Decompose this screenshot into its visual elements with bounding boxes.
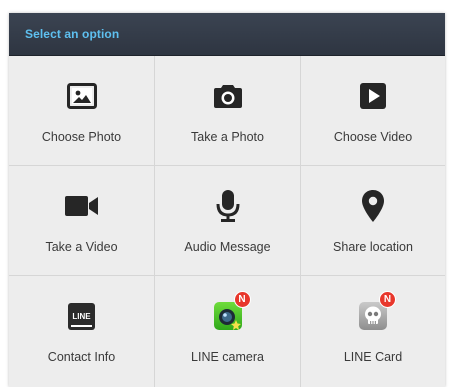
option-contact-info[interactable]: LINE Contact Info bbox=[9, 276, 155, 387]
line-card-app-icon: N bbox=[353, 291, 396, 336]
option-label: Share location bbox=[333, 240, 413, 254]
video-camera-icon bbox=[62, 186, 102, 226]
location-pin-icon bbox=[353, 186, 393, 226]
microphone-icon bbox=[208, 186, 248, 226]
option-line-camera[interactable]: N LINE camera bbox=[155, 276, 301, 387]
camera-icon bbox=[208, 76, 248, 116]
new-badge: N bbox=[233, 291, 251, 308]
new-badge: N bbox=[379, 291, 396, 308]
option-share-location[interactable]: Share location bbox=[301, 166, 445, 276]
dialog-title: Select an option bbox=[25, 27, 120, 41]
option-take-photo[interactable]: Take a Photo bbox=[155, 56, 301, 166]
line-contact-icon: LINE bbox=[62, 296, 102, 336]
option-label: Choose Video bbox=[333, 130, 413, 144]
dialog-header: Select an option bbox=[9, 13, 445, 56]
options-grid: Choose Photo Take a Photo Choose Video T… bbox=[9, 56, 445, 387]
option-choose-photo[interactable]: Choose Photo bbox=[9, 56, 155, 166]
option-audio-message[interactable]: Audio Message bbox=[155, 166, 301, 276]
option-label: Take a Video bbox=[45, 240, 118, 254]
line-camera-app-icon: N bbox=[208, 291, 251, 336]
option-take-video[interactable]: Take a Video bbox=[9, 166, 155, 276]
option-line-card[interactable]: N LINE Card bbox=[301, 276, 445, 387]
option-label: LINE Card bbox=[343, 350, 403, 364]
option-choose-video[interactable]: Choose Video bbox=[301, 56, 445, 166]
video-play-icon bbox=[353, 76, 393, 116]
option-label: Contact Info bbox=[47, 350, 116, 364]
option-label: LINE camera bbox=[191, 350, 264, 364]
option-label: Audio Message bbox=[184, 240, 271, 254]
option-label: Take a Photo bbox=[191, 130, 264, 144]
photo-icon bbox=[62, 76, 102, 116]
option-label: Choose Photo bbox=[41, 130, 122, 144]
select-option-dialog: Select an option Choose Photo Take a Pho… bbox=[9, 13, 445, 387]
